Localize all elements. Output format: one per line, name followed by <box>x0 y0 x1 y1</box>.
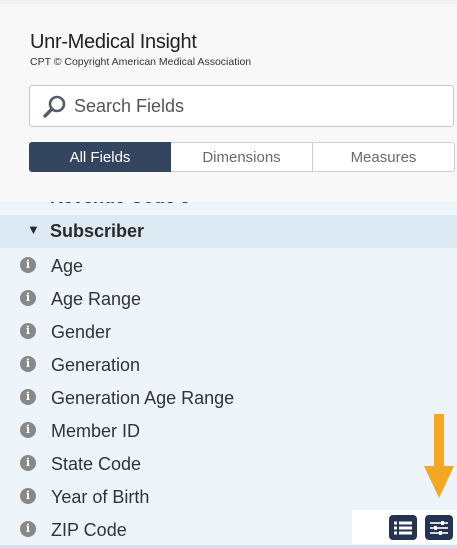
info-icon[interactable]: i <box>20 422 36 438</box>
field-row-age[interactable]: i Age <box>0 248 457 281</box>
field-label: Year of Birth <box>51 487 150 507</box>
info-icon[interactable]: i <box>20 455 36 471</box>
info-icon[interactable]: i <box>20 290 36 306</box>
bottom-toolbar <box>352 510 457 544</box>
field-label: Age Range <box>51 289 142 309</box>
list-view-icon <box>394 521 412 534</box>
field-row-year-of-birth[interactable]: i Year of Birth <box>0 479 457 512</box>
field-label: State Code <box>51 454 142 474</box>
arrow-down-icon <box>424 414 454 498</box>
field-label: ZIP Code <box>51 520 127 540</box>
field-picker-panel: ▶ Revenue Code 5 ▼ Subscriber i Age i Ag… <box>0 0 457 548</box>
info-icon[interactable]: i <box>20 356 36 372</box>
tab-measures[interactable]: Measures <box>313 142 455 172</box>
field-label: Generation Age Range <box>51 388 235 408</box>
field-row-state-code[interactable]: i State Code <box>0 446 457 479</box>
field-row-age-range[interactable]: i Age Range <box>0 281 457 314</box>
field-row-member-id[interactable]: i Member ID <box>0 413 457 446</box>
info-icon[interactable]: i <box>20 323 36 339</box>
field-type-tabs: All Fields Dimensions Measures <box>29 142 455 172</box>
panel-header: Unr-Medical Insight CPT © Copyright Amer… <box>0 4 457 202</box>
settings-button[interactable] <box>425 515 453 540</box>
info-icon[interactable]: i <box>20 521 36 537</box>
tab-all-fields[interactable]: All Fields <box>29 142 171 172</box>
tab-dimensions[interactable]: Dimensions <box>171 142 313 172</box>
sliders-icon <box>430 520 448 535</box>
search-icon <box>43 95 66 118</box>
group-label: Subscriber <box>50 221 145 241</box>
field-row-gender[interactable]: i Gender <box>0 314 457 347</box>
copyright-notice: CPT © Copyright American Medical Associa… <box>30 56 252 68</box>
field-label: Generation <box>51 355 141 375</box>
app-title: Unr-Medical Insight <box>30 31 197 53</box>
field-row-generation-age-range[interactable]: i Generation Age Range <box>0 380 457 413</box>
field-label: Gender <box>51 322 112 342</box>
group-header-subscriber[interactable]: ▼ Subscriber <box>0 215 457 248</box>
caret-down-icon[interactable]: ▼ <box>27 222 40 237</box>
field-label: Member ID <box>51 421 141 441</box>
search-input[interactable] <box>74 86 444 126</box>
search-box[interactable] <box>29 85 454 127</box>
info-icon[interactable]: i <box>20 488 36 504</box>
info-icon[interactable]: i <box>20 389 36 405</box>
field-row-generation[interactable]: i Generation <box>0 347 457 380</box>
field-label: Age <box>51 256 84 276</box>
field-list[interactable]: ▶ Revenue Code 5 ▼ Subscriber i Age i Ag… <box>0 180 457 548</box>
info-icon[interactable]: i <box>20 257 36 273</box>
list-view-button[interactable] <box>389 515 417 540</box>
